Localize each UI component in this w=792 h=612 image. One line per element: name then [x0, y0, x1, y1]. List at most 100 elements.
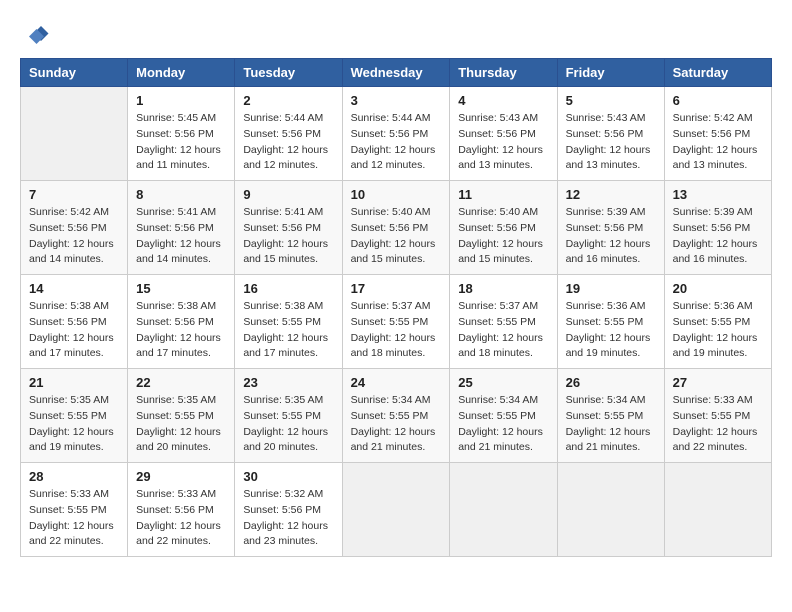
day-info: Sunrise: 5:42 AM Sunset: 5:56 PM Dayligh…: [673, 111, 763, 174]
day-number: 14: [29, 281, 119, 296]
day-info: Sunrise: 5:43 AM Sunset: 5:56 PM Dayligh…: [566, 111, 656, 174]
day-info: Sunrise: 5:35 AM Sunset: 5:55 PM Dayligh…: [136, 393, 226, 456]
day-number: 25: [458, 375, 548, 390]
page-header: [20, 20, 772, 50]
week-row-1: 1 Sunrise: 5:45 AM Sunset: 5:56 PM Daylig…: [21, 87, 772, 181]
day-number: 22: [136, 375, 226, 390]
day-number: 30: [243, 469, 333, 484]
day-info: Sunrise: 5:35 AM Sunset: 5:55 PM Dayligh…: [243, 393, 333, 456]
day-number: 28: [29, 469, 119, 484]
day-info: Sunrise: 5:33 AM Sunset: 5:55 PM Dayligh…: [673, 393, 763, 456]
day-info: Sunrise: 5:38 AM Sunset: 5:55 PM Dayligh…: [243, 299, 333, 362]
day-header-wednesday: Wednesday: [342, 59, 450, 87]
logo: [20, 20, 54, 50]
day-number: 11: [458, 187, 548, 202]
day-info: Sunrise: 5:42 AM Sunset: 5:56 PM Dayligh…: [29, 205, 119, 268]
day-number: 1: [136, 93, 226, 108]
calendar-cell: 15 Sunrise: 5:38 AM Sunset: 5:56 PM Dayli…: [128, 275, 235, 369]
day-info: Sunrise: 5:38 AM Sunset: 5:56 PM Dayligh…: [136, 299, 226, 362]
day-info: Sunrise: 5:43 AM Sunset: 5:56 PM Dayligh…: [458, 111, 548, 174]
calendar-cell: [557, 463, 664, 557]
week-row-5: 28 Sunrise: 5:33 AM Sunset: 5:55 PM Dayli…: [21, 463, 772, 557]
calendar-cell: 5 Sunrise: 5:43 AM Sunset: 5:56 PM Daylig…: [557, 87, 664, 181]
day-header-monday: Monday: [128, 59, 235, 87]
calendar-cell: 11 Sunrise: 5:40 AM Sunset: 5:56 PM Dayli…: [450, 181, 557, 275]
day-info: Sunrise: 5:41 AM Sunset: 5:56 PM Dayligh…: [243, 205, 333, 268]
calendar-cell: 23 Sunrise: 5:35 AM Sunset: 5:55 PM Dayli…: [235, 369, 342, 463]
calendar-cell: 2 Sunrise: 5:44 AM Sunset: 5:56 PM Daylig…: [235, 87, 342, 181]
day-info: Sunrise: 5:39 AM Sunset: 5:56 PM Dayligh…: [673, 205, 763, 268]
calendar-cell: 14Sunrise: 5:38 AM Sunset: 5:56 PM Dayli…: [21, 275, 128, 369]
calendar-cell: 3 Sunrise: 5:44 AM Sunset: 5:56 PM Daylig…: [342, 87, 450, 181]
calendar-cell: 17 Sunrise: 5:37 AM Sunset: 5:55 PM Dayli…: [342, 275, 450, 369]
calendar-cell: 29 Sunrise: 5:33 AM Sunset: 5:56 PM Dayli…: [128, 463, 235, 557]
day-info: Sunrise: 5:37 AM Sunset: 5:55 PM Dayligh…: [351, 299, 442, 362]
day-info: Sunrise: 5:33 AM Sunset: 5:56 PM Dayligh…: [136, 487, 226, 550]
calendar-cell: [664, 463, 771, 557]
header-row: SundayMondayTuesdayWednesdayThursdayFrid…: [21, 59, 772, 87]
day-info: Sunrise: 5:34 AM Sunset: 5:55 PM Dayligh…: [458, 393, 548, 456]
day-number: 19: [566, 281, 656, 296]
calendar-cell: 10 Sunrise: 5:40 AM Sunset: 5:56 PM Dayli…: [342, 181, 450, 275]
calendar-cell: 20Sunrise: 5:36 AM Sunset: 5:55 PM Dayli…: [664, 275, 771, 369]
day-info: Sunrise: 5:44 AM Sunset: 5:56 PM Dayligh…: [243, 111, 333, 174]
day-info: Sunrise: 5:33 AM Sunset: 5:55 PM Dayligh…: [29, 487, 119, 550]
calendar-cell: [450, 463, 557, 557]
day-number: 13: [673, 187, 763, 202]
day-number: 17: [351, 281, 442, 296]
calendar-cell: 27 Sunrise: 5:33 AM Sunset: 5:55 PM Dayli…: [664, 369, 771, 463]
day-number: 18: [458, 281, 548, 296]
week-row-3: 14 Sunrise: 5:38 AM Sunset: 5:56 PM Dayli…: [21, 275, 772, 369]
day-info: Sunrise: 5:34 AM Sunset: 5:55 PM Dayligh…: [566, 393, 656, 456]
calendar-cell: 7 Sunrise: 5:42 AM Sunset: 5:56 PM Daylig…: [21, 181, 128, 275]
logo-icon: [20, 20, 50, 50]
day-number: 8: [136, 187, 226, 202]
day-info: Sunrise: 5:36 AM Sunset: 5:55 PM Dayligh…: [566, 299, 656, 362]
day-info: Sunrise: 5:35 AM Sunset: 5:55 PM Dayligh…: [29, 393, 119, 456]
day-info: Sunrise: 5:36 AM Sunset: 5:55 PM Dayligh…: [673, 299, 763, 362]
day-number: 26: [566, 375, 656, 390]
calendar-cell: 24Sunrise: 5:34 AM Sunset: 5:55 PM Dayli…: [342, 369, 450, 463]
day-info: Sunrise: 5:34 AM Sunset: 5:55 PM Dayligh…: [351, 393, 442, 456]
calendar-cell: 26 Sunrise: 5:34 AM Sunset: 5:55 PM Dayli…: [557, 369, 664, 463]
calendar-cell: 21 Sunrise: 5:35 AM Sunset: 5:55 PM Dayli…: [21, 369, 128, 463]
day-number: 10: [351, 187, 442, 202]
calendar-cell: 18 Sunrise: 5:37 AM Sunset: 5:55 PM Dayli…: [450, 275, 557, 369]
day-number: 12: [566, 187, 656, 202]
day-number: 6: [673, 93, 763, 108]
week-row-4: 21 Sunrise: 5:35 AM Sunset: 5:55 PM Dayli…: [21, 369, 772, 463]
day-info: Sunrise: 5:45 AM Sunset: 5:56 PM Dayligh…: [136, 111, 226, 174]
day-header-tuesday: Tuesday: [235, 59, 342, 87]
day-number: 2: [243, 93, 333, 108]
calendar-cell: 16Sunrise: 5:38 AM Sunset: 5:55 PM Dayli…: [235, 275, 342, 369]
calendar-cell: 6 Sunrise: 5:42 AM Sunset: 5:56 PM Daylig…: [664, 87, 771, 181]
day-number: 7: [29, 187, 119, 202]
calendar-cell: 9Sunrise: 5:41 AM Sunset: 5:56 PM Daylig…: [235, 181, 342, 275]
day-number: 27: [673, 375, 763, 390]
day-number: 15: [136, 281, 226, 296]
day-info: Sunrise: 5:40 AM Sunset: 5:56 PM Dayligh…: [351, 205, 442, 268]
day-number: 3: [351, 93, 442, 108]
day-info: Sunrise: 5:40 AM Sunset: 5:56 PM Dayligh…: [458, 205, 548, 268]
calendar-cell: 1 Sunrise: 5:45 AM Sunset: 5:56 PM Daylig…: [128, 87, 235, 181]
calendar-table: SundayMondayTuesdayWednesdayThursdayFrid…: [20, 58, 772, 557]
day-header-sunday: Sunday: [21, 59, 128, 87]
day-header-thursday: Thursday: [450, 59, 557, 87]
calendar-cell: 8Sunrise: 5:41 AM Sunset: 5:56 PM Daylig…: [128, 181, 235, 275]
calendar-cell: [21, 87, 128, 181]
calendar-cell: 13 Sunrise: 5:39 AM Sunset: 5:56 PM Dayli…: [664, 181, 771, 275]
calendar-cell: [342, 463, 450, 557]
day-info: Sunrise: 5:44 AM Sunset: 5:56 PM Dayligh…: [351, 111, 442, 174]
day-number: 4: [458, 93, 548, 108]
day-number: 5: [566, 93, 656, 108]
day-header-saturday: Saturday: [664, 59, 771, 87]
day-info: Sunrise: 5:37 AM Sunset: 5:55 PM Dayligh…: [458, 299, 548, 362]
calendar-cell: 19 Sunrise: 5:36 AM Sunset: 5:55 PM Dayli…: [557, 275, 664, 369]
day-number: 23: [243, 375, 333, 390]
calendar-cell: 30Sunrise: 5:32 AM Sunset: 5:56 PM Dayli…: [235, 463, 342, 557]
calendar-cell: 25 Sunrise: 5:34 AM Sunset: 5:55 PM Dayli…: [450, 369, 557, 463]
calendar-cell: 22 Sunrise: 5:35 AM Sunset: 5:55 PM Dayli…: [128, 369, 235, 463]
day-number: 21: [29, 375, 119, 390]
day-number: 29: [136, 469, 226, 484]
day-info: Sunrise: 5:39 AM Sunset: 5:56 PM Dayligh…: [566, 205, 656, 268]
